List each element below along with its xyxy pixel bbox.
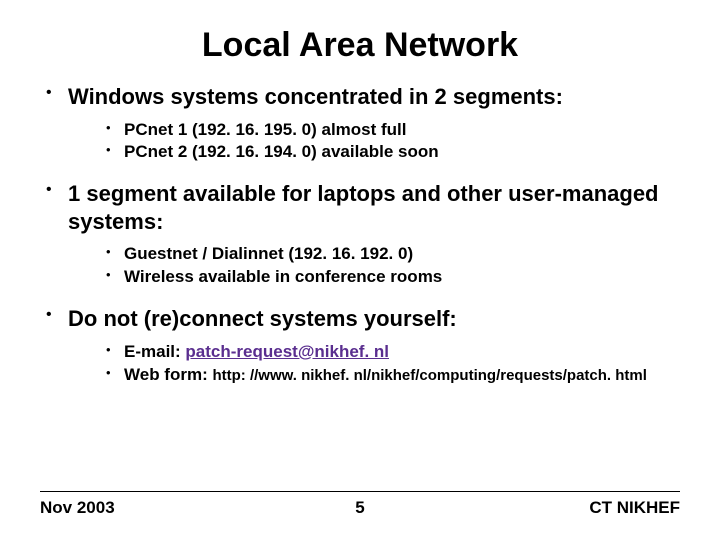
bullet-3-text: Do not (re)connect systems yourself: [68,306,457,331]
bullet-3b-prefix: Web form: [124,365,212,384]
bullet-3b: Web form: http: //www. nikhef. nl/nikhef… [102,364,680,387]
bullet-1-sublist: PCnet 1 (192. 16. 195. 0) almost full PC… [68,119,680,165]
slide-title: Local Area Network [40,26,680,65]
footer-row: Nov 2003 5 CT NIKHEF [40,498,680,518]
bullet-1: Windows systems concentrated in 2 segmen… [40,83,680,164]
bullet-2-text: 1 segment available for laptops and othe… [68,181,659,234]
footer-divider [40,491,680,492]
bullet-3a-prefix: E-mail: [124,342,185,361]
bullet-1a: PCnet 1 (192. 16. 195. 0) almost full [102,119,680,142]
bullet-list: Windows systems concentrated in 2 segmen… [40,83,680,387]
footer: Nov 2003 5 CT NIKHEF [40,491,680,518]
email-link[interactable]: patch-request@nikhef. nl [185,342,389,361]
bullet-2b: Wireless available in conference rooms [102,266,680,289]
bullet-2a: Guestnet / Dialinnet (192. 16. 192. 0) [102,243,680,266]
footer-page-number: 5 [40,498,680,518]
bullet-3: Do not (re)connect systems yourself: E-m… [40,305,680,386]
bullet-2: 1 segment available for laptops and othe… [40,180,680,289]
slide: Local Area Network Windows systems conce… [0,0,720,540]
bullet-1b: PCnet 2 (192. 16. 194. 0) available soon [102,141,680,164]
web-form-url: http: //www. nikhef. nl/nikhef/computing… [212,367,646,384]
bullet-2-sublist: Guestnet / Dialinnet (192. 16. 192. 0) W… [68,243,680,289]
bullet-3a: E-mail: patch-request@nikhef. nl [102,341,680,364]
bullet-3-sublist: E-mail: patch-request@nikhef. nl Web for… [68,341,680,387]
bullet-1-text: Windows systems concentrated in 2 segmen… [68,84,563,109]
